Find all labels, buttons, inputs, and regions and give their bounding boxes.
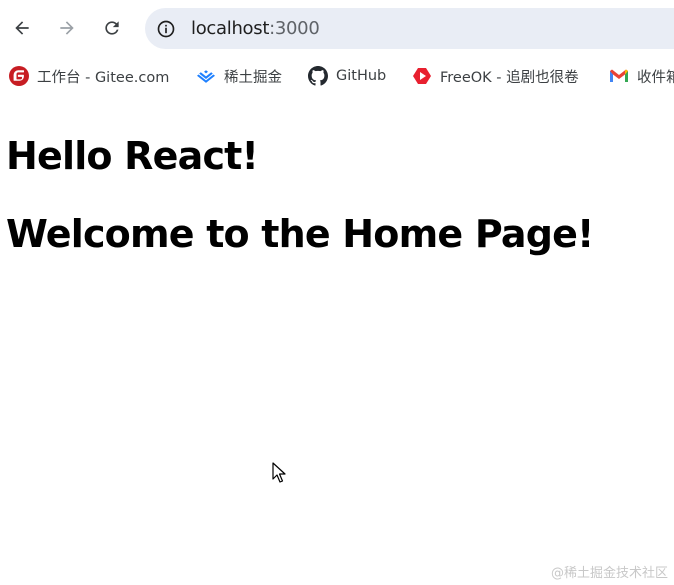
page-content: Hello React! Welcome to the Home Page! <box>0 94 674 585</box>
mouse-cursor-icon <box>272 462 286 483</box>
bookmark-label: FreeOK - 追剧也很卷 <box>440 69 579 86</box>
url-text[interactable]: localhost:3000 <box>191 18 320 39</box>
freeok-icon <box>412 66 432 86</box>
reload-button[interactable] <box>96 12 128 44</box>
site-info-button[interactable] <box>155 18 177 40</box>
bookmark-github[interactable]: GitHub <box>308 64 386 88</box>
url-port: :3000 <box>269 18 320 39</box>
arrow-left-icon <box>15 21 29 35</box>
bookmark-gitee[interactable]: 工作台 - Gitee.com <box>9 64 169 88</box>
bookmarks-bar: 工作台 - Gitee.com 稀土掘金 GitHub FreeOK - 追剧也… <box>0 58 674 94</box>
heading-welcome: Welcome to the Home Page! <box>6 212 594 256</box>
bookmark-gmail[interactable]: 收件箱 <box>609 64 674 88</box>
browser-window: localhost:3000 工作台 - Gitee.com 稀土掘金 GitH… <box>0 0 674 585</box>
github-icon <box>308 66 328 86</box>
bookmark-juejin[interactable]: 稀土掘金 <box>196 64 282 88</box>
bookmark-label: 收件箱 <box>637 69 674 86</box>
address-bar[interactable]: localhost:3000 <box>145 8 674 49</box>
arrow-right-icon <box>60 21 74 35</box>
bookmark-label: GitHub <box>336 68 387 84</box>
forward-button[interactable] <box>51 12 83 44</box>
reload-icon <box>105 21 119 35</box>
heading-hello: Hello React! <box>6 134 259 178</box>
bookmark-freeok[interactable]: FreeOK - 追剧也很卷 <box>412 64 579 88</box>
watermark: @稀土掘金技术社区 <box>550 566 668 581</box>
url-host: localhost <box>191 18 270 39</box>
gmail-icon <box>609 66 629 86</box>
juejin-icon <box>196 66 216 86</box>
bookmark-label: 稀土掘金 <box>224 69 282 86</box>
gitee-icon <box>9 66 29 86</box>
info-icon <box>157 20 175 37</box>
back-button[interactable] <box>6 12 38 44</box>
bookmark-label: 工作台 - Gitee.com <box>37 69 170 86</box>
browser-toolbar: localhost:3000 <box>0 0 674 58</box>
